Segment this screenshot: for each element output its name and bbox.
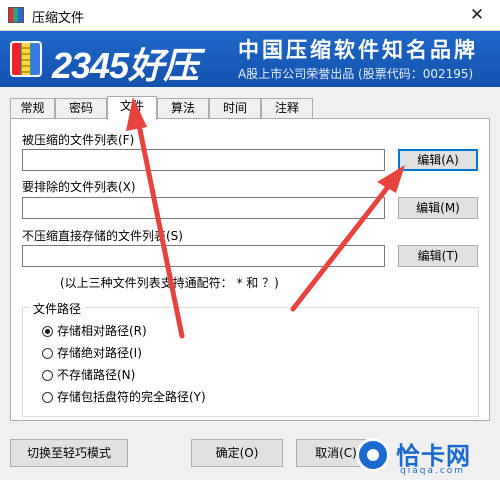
radio-no-path-label: 不存储路径(N) [57,368,136,382]
tab-algorithm[interactable]: 算法 [157,98,209,118]
title-bar: 压缩文件 ✕ [0,0,500,31]
ok-button[interactable]: 确定(O) [191,439,283,467]
radio-relative-path[interactable]: 存储相对路径(R) [42,322,147,339]
exclude-list-input[interactable] [22,197,385,219]
brand-slogan: 中国压缩软件知名品牌 [238,37,478,62]
compress-list-label: 被压缩的文件列表(F) [22,133,135,147]
tab-general[interactable]: 常规 [10,98,55,118]
radio-unchecked-icon[interactable] [42,392,53,403]
file-path-group-title: 文件路径 [30,300,85,317]
compress-list-input[interactable] [22,149,385,171]
tab-files[interactable]: 文件 [107,96,157,120]
radio-no-path[interactable]: 不存储路径(N) [42,366,135,383]
radio-checked-icon[interactable] [42,326,53,337]
store-list-label: 不压缩直接存储的文件列表(S) [22,229,183,243]
radio-unchecked-icon[interactable] [42,370,53,381]
store-list-input[interactable] [22,245,385,267]
radio-absolute-path-label: 存储绝对路径(I) [57,346,142,360]
edit-compress-list-button[interactable]: 编辑(A) [398,149,478,171]
radio-absolute-path[interactable]: 存储绝对路径(I) [42,344,142,361]
window-title: 压缩文件 [32,11,85,26]
tab-time[interactable]: 时间 [209,98,261,118]
simple-mode-button[interactable]: 切换至轻巧模式 [10,439,128,467]
wildcard-hint: (以上三种文件列表支持通配符： * 和 ？) [60,276,279,290]
tab-comment[interactable]: 注释 [261,98,313,118]
radio-full-path-label: 存储包括盘符的完全路径(Y) [57,390,206,404]
brand-banner: 2345好压 中国压缩软件知名品牌 A股上市公司荣誉出品 (股票代码：00219… [0,31,500,87]
tab-password[interactable]: 密码 [55,98,107,118]
archive-logo-icon [10,41,42,77]
edit-exclude-list-button[interactable]: 编辑(M) [398,197,478,219]
brand-name: 2345好压 [52,45,199,86]
exclude-list-label: 要排除的文件列表(X) [22,180,136,194]
watermark-logo-icon [356,438,390,472]
watermark-sub: qiaqa.com [400,466,466,476]
archive-app-icon [8,7,24,23]
brand-subslogan: A股上市公司荣誉出品 (股票代码：002195) [238,67,474,81]
watermark: 恰卡网 qiaqa.com [356,434,496,480]
radio-unchecked-icon[interactable] [42,348,53,359]
radio-full-path[interactable]: 存储包括盘符的完全路径(Y) [42,388,206,405]
radio-relative-path-label: 存储相对路径(R) [57,324,147,338]
close-icon[interactable]: ✕ [464,4,490,26]
edit-store-list-button[interactable]: 编辑(T) [398,245,478,267]
